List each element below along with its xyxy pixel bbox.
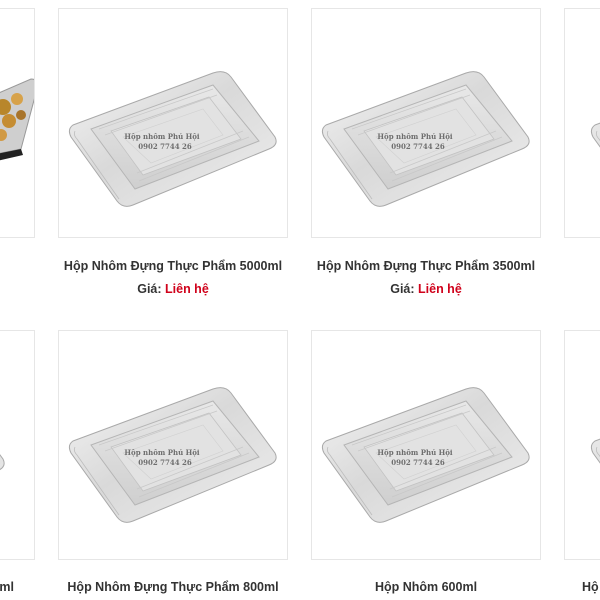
svg-text:0902 7744 26: 0902 7744 26 <box>391 142 445 151</box>
product-card-600ml[interactable]: Hộp nhôm Phú Hội 0902 7744 26 <box>311 330 541 560</box>
svg-text:0902 7744 26: 0902 7744 26 <box>391 458 445 467</box>
product-price-3500ml: Giá: Liên hệ <box>306 282 546 296</box>
product-title-600ml[interactable]: Hộp Nhôm 600ml <box>306 580 546 594</box>
svg-text:Hộp nhôm Phú Hội: Hộp nhôm Phú Hội <box>124 132 199 141</box>
product-card-3500ml[interactable]: Hộp nhôm Phú Hội 0902 7744 26 <box>311 8 541 238</box>
product-card-partial-left-row2[interactable] <box>0 330 35 560</box>
price-label: Giá: <box>137 282 162 296</box>
product-image-partial-right-row2 <box>590 387 600 523</box>
product-title-5000ml[interactable]: Hộp Nhôm Đựng Thực Phẩm 5000ml <box>53 259 293 273</box>
product-card-5000ml[interactable]: Hộp nhôm Phú Hội 0902 7744 26 <box>58 8 288 238</box>
product-card-800ml[interactable]: Hộp nhôm Phú Hội 0902 7744 26 <box>58 330 288 560</box>
product-image-600ml: Hộp nhôm Phú Hội 0902 7744 26 <box>321 387 530 523</box>
product-price-5000ml: Giá: Liên hệ <box>53 282 293 296</box>
price-label: Giá: <box>390 282 415 296</box>
product-title-partial-left[interactable]: 0ml <box>0 580 14 594</box>
product-image-800ml: Hộp nhôm Phú Hội 0902 7744 26 <box>68 387 277 523</box>
price-value: Liên hệ <box>165 282 209 296</box>
product-image-5000ml: Hộp nhôm Phú Hội 0902 7744 26 <box>68 71 277 207</box>
svg-text:Hộp nhôm Phú Hội: Hộp nhôm Phú Hội <box>377 448 452 457</box>
svg-text:0902 7744 26: 0902 7744 26 <box>138 142 192 151</box>
product-card-partial-right[interactable] <box>564 8 600 238</box>
svg-text:Hộp nhôm Phú Hội: Hộp nhôm Phú Hội <box>124 448 199 457</box>
product-card-food-tray-partial[interactable] <box>0 8 35 238</box>
product-image-food <box>0 78 34 161</box>
svg-text:0902 7744 26: 0902 7744 26 <box>138 458 192 467</box>
product-image-partial-right <box>590 71 600 207</box>
product-title-800ml[interactable]: Hộp Nhôm Đựng Thực Phẩm 800ml <box>53 580 293 594</box>
price-value: Liên hệ <box>418 282 462 296</box>
product-image-3500ml: Hộp nhôm Phú Hội 0902 7744 26 <box>321 71 530 207</box>
product-title-partial-right[interactable]: Hộ <box>582 580 600 594</box>
product-image-partial-left <box>0 393 5 529</box>
product-title-3500ml[interactable]: Hộp Nhôm Đựng Thực Phẩm 3500ml <box>306 259 546 273</box>
svg-text:Hộp nhôm Phú Hội: Hộp nhôm Phú Hội <box>377 132 452 141</box>
product-card-partial-right-row2[interactable] <box>564 330 600 560</box>
